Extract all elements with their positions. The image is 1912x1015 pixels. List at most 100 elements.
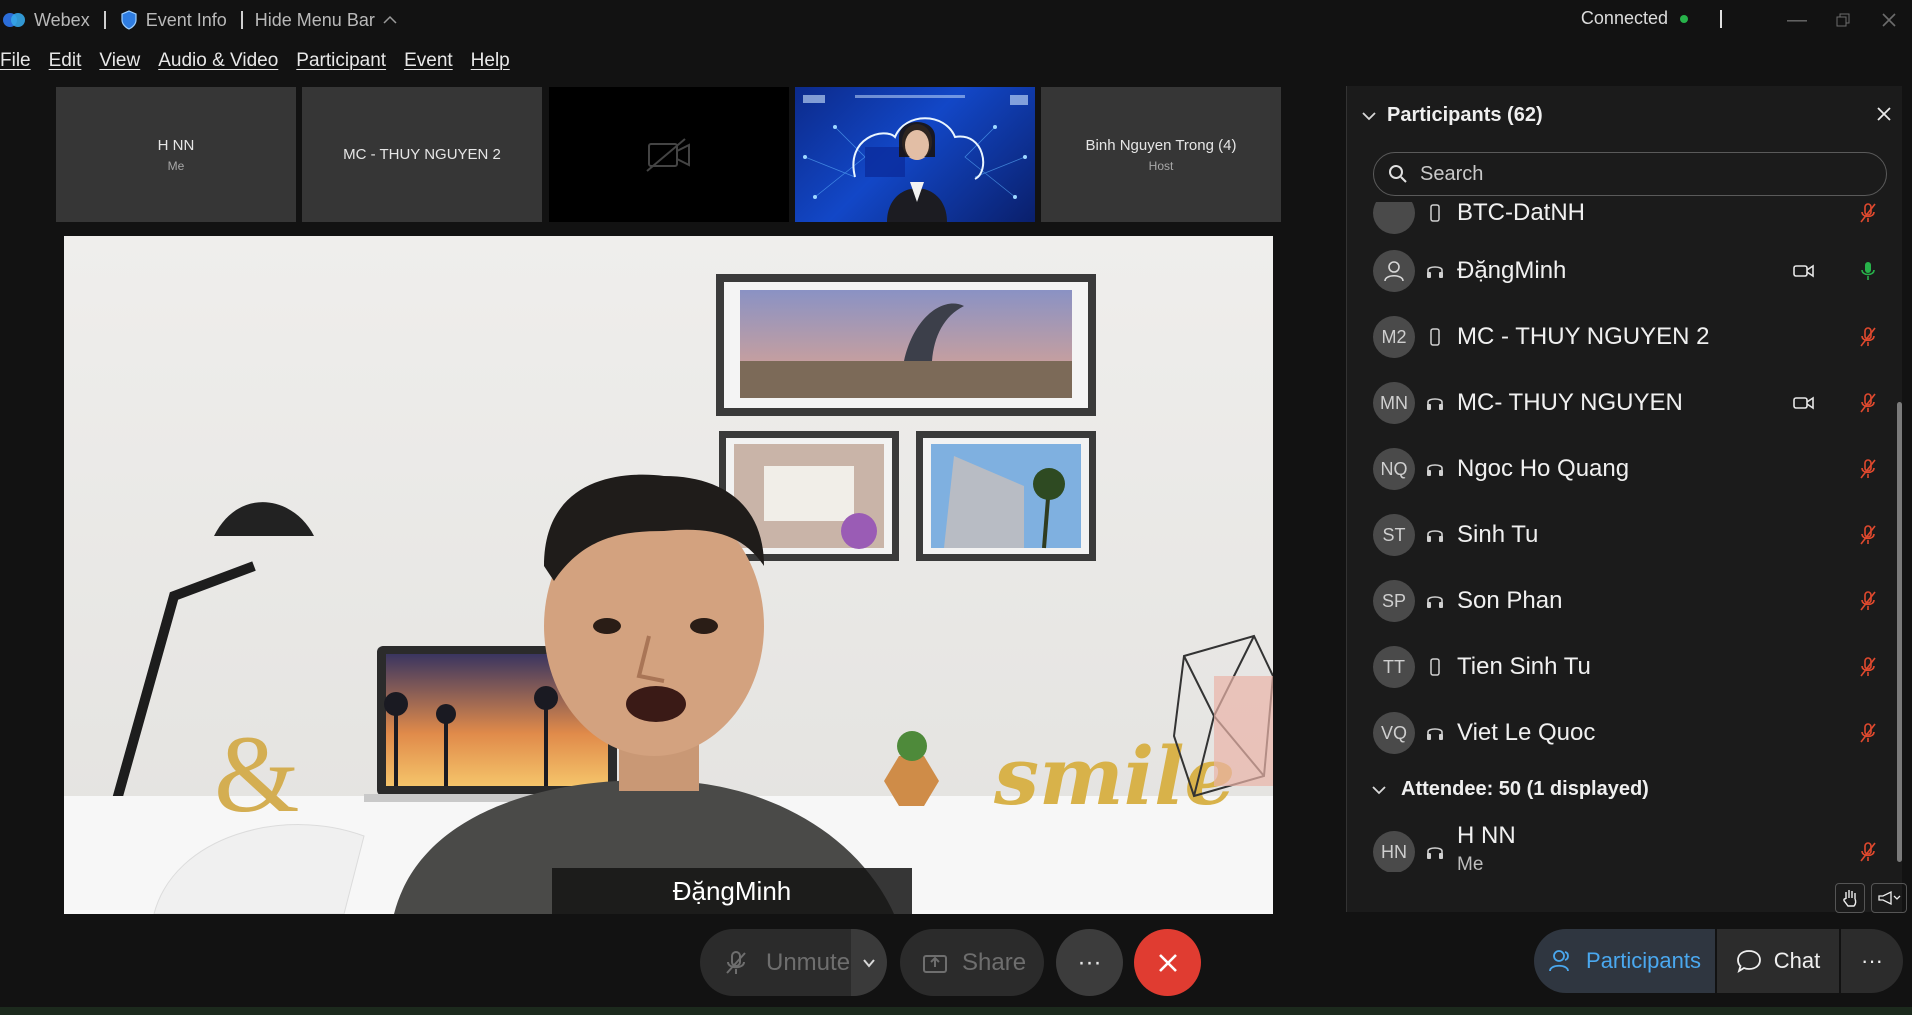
video-thumbnail-camera-off[interactable] <box>549 87 789 222</box>
restore-button[interactable] <box>1820 0 1866 40</box>
mic-muted-icon[interactable] <box>1859 392 1877 414</box>
more-icon: ··· <box>1861 948 1883 973</box>
participant-list: BTC-DatNH ĐặngMinh M2 MC - THUY NGUYEN 2 <box>1347 202 1887 872</box>
participants-panel: Participants (62) Search BTC-DatNH ĐặngM… <box>1346 86 1907 913</box>
mic-on-icon[interactable] <box>1859 260 1877 282</box>
menu-help[interactable]: Help <box>471 50 510 80</box>
close-icon <box>1882 13 1896 27</box>
menu-bar: File Edit View Audio & Video Participant… <box>0 50 510 80</box>
thumbnail-name: Binh Nguyen Trong (4) <box>1085 136 1237 154</box>
audio-options-dropdown[interactable] <box>851 929 887 996</box>
reactions-button[interactable] <box>1871 883 1907 913</box>
participant-row-self[interactable]: HN H NN Me <box>1347 810 1887 872</box>
avatar: SP <box>1373 580 1415 622</box>
menu-audio-video[interactable]: Audio & Video <box>158 50 278 80</box>
raise-hand-button[interactable] <box>1835 883 1865 913</box>
search-icon <box>1389 165 1407 183</box>
video-off-icon <box>646 137 690 172</box>
chevron-up-icon <box>383 15 397 24</box>
webex-app-label[interactable]: Webex <box>0 10 90 31</box>
participant-row[interactable]: SP Son Phan <box>1347 568 1887 634</box>
menu-file[interactable]: File <box>0 50 31 80</box>
participants-tab-label: Participants <box>1586 948 1701 973</box>
participant-row[interactable]: ĐặngMinh <box>1347 238 1887 304</box>
chevron-down-icon <box>1362 111 1376 120</box>
avatar: MN <box>1373 382 1415 424</box>
video-thumbnail-presenter[interactable] <box>795 87 1035 222</box>
participant-subtitle: Me <box>1457 854 1484 872</box>
webex-meeting-window: Webex Event Info Hide Menu Bar Connected… <box>0 0 1912 1015</box>
video-thumbnail-self[interactable]: H NN Me <box>56 87 296 222</box>
participant-list-scrollbar[interactable] <box>1897 402 1902 862</box>
participant-name: BTC-DatNH <box>1457 202 1586 226</box>
mic-muted-icon[interactable] <box>1859 656 1877 678</box>
participant-row[interactable]: NQ Ngoc Ho Quang <box>1347 436 1887 502</box>
status-divider <box>1720 9 1722 28</box>
status-text: Connected <box>1580 8 1668 28</box>
mic-muted-icon[interactable] <box>1859 458 1877 480</box>
title-separator <box>103 11 106 29</box>
chat-tab-button[interactable]: Chat <box>1717 929 1839 993</box>
close-icon <box>1158 953 1177 972</box>
participant-row[interactable]: ST Sinh Tu <box>1347 502 1887 568</box>
participants-icon <box>1549 950 1569 972</box>
video-thumbnail[interactable]: MC - THUY NGUYEN 2 <box>302 87 542 222</box>
headset-icon <box>1425 260 1445 282</box>
participants-panel-header[interactable]: Participants (62) <box>1361 104 1543 127</box>
headset-icon <box>1425 392 1445 414</box>
close-panel-button[interactable] <box>1876 102 1892 128</box>
participant-name: Tien Sinh Tu <box>1457 653 1591 680</box>
avatar: HN <box>1373 831 1415 872</box>
share-label: Share <box>962 948 1027 976</box>
chevron-down-icon <box>863 958 875 968</box>
event-info-button[interactable]: Event Info <box>120 10 227 31</box>
menu-participant[interactable]: Participant <box>296 50 386 80</box>
video-camera-icon <box>1793 396 1814 410</box>
participants-tab-button[interactable]: Participants <box>1534 929 1715 993</box>
headset-icon <box>1425 590 1445 612</box>
menu-edit[interactable]: Edit <box>49 50 82 80</box>
active-speaker-video[interactable]: & smile ĐặngMinh <box>64 236 1273 914</box>
close-window-button[interactable] <box>1866 0 1912 40</box>
webex-logo-icon <box>3 13 25 27</box>
participant-search-field[interactable]: Search <box>1373 152 1887 196</box>
mic-muted-icon[interactable] <box>1859 841 1877 863</box>
avatar: ST <box>1373 514 1415 556</box>
thumbnail-name: H NN <box>157 136 195 154</box>
hide-menu-label: Hide Menu Bar <box>254 9 375 30</box>
participant-name: Son Phan <box>1457 587 1563 614</box>
title-separator <box>240 11 243 29</box>
search-placeholder: Search <box>1420 162 1484 185</box>
more-options-button[interactable]: ··· <box>1056 929 1123 996</box>
unmute-label: Unmute <box>766 948 851 976</box>
video-thumbnail-host[interactable]: Binh Nguyen Trong (4) Host <box>1041 87 1281 222</box>
mic-muted-icon[interactable] <box>1859 524 1877 546</box>
mic-muted-icon[interactable] <box>1859 722 1877 744</box>
participant-name: Viet Le Quoc <box>1457 719 1596 746</box>
more-panels-button[interactable]: ··· <box>1841 929 1903 993</box>
menu-view[interactable]: View <box>99 50 140 80</box>
headset-icon <box>1425 722 1445 744</box>
participant-name: Ngoc Ho Quang <box>1457 455 1630 482</box>
mic-muted-icon[interactable] <box>1859 326 1877 348</box>
status-dot-icon <box>1680 14 1688 23</box>
megaphone-icon <box>1878 890 1901 906</box>
thumbnail-name: MC - THUY NGUYEN 2 <box>343 146 501 163</box>
avatar <box>1373 202 1415 234</box>
participant-row[interactable]: VQ Viet Le Quoc <box>1347 700 1887 766</box>
video-camera-icon <box>1793 264 1814 278</box>
menu-event[interactable]: Event <box>404 50 453 80</box>
event-info-label: Event Info <box>145 9 227 30</box>
leave-meeting-button[interactable] <box>1134 929 1201 996</box>
participant-name: MC - THUY NGUYEN 2 <box>1457 323 1710 350</box>
mic-muted-icon[interactable] <box>1859 590 1877 612</box>
speaker-name-tag: ĐặngMinh <box>552 868 912 914</box>
share-button[interactable]: Share <box>900 929 1044 996</box>
attendee-section-header[interactable]: Attendee: 50 (1 displayed) <box>1371 778 1649 801</box>
mic-muted-icon[interactable] <box>1859 202 1877 224</box>
participant-row[interactable]: TT Tien Sinh Tu <box>1347 634 1887 700</box>
hide-menu-bar-button[interactable]: Hide Menu Bar <box>255 10 397 31</box>
participant-row[interactable]: M2 MC - THUY NGUYEN 2 <box>1347 304 1887 370</box>
participant-row[interactable]: MN MC- THUY NGUYEN <box>1347 370 1887 436</box>
minimize-button[interactable]: — <box>1774 0 1820 40</box>
